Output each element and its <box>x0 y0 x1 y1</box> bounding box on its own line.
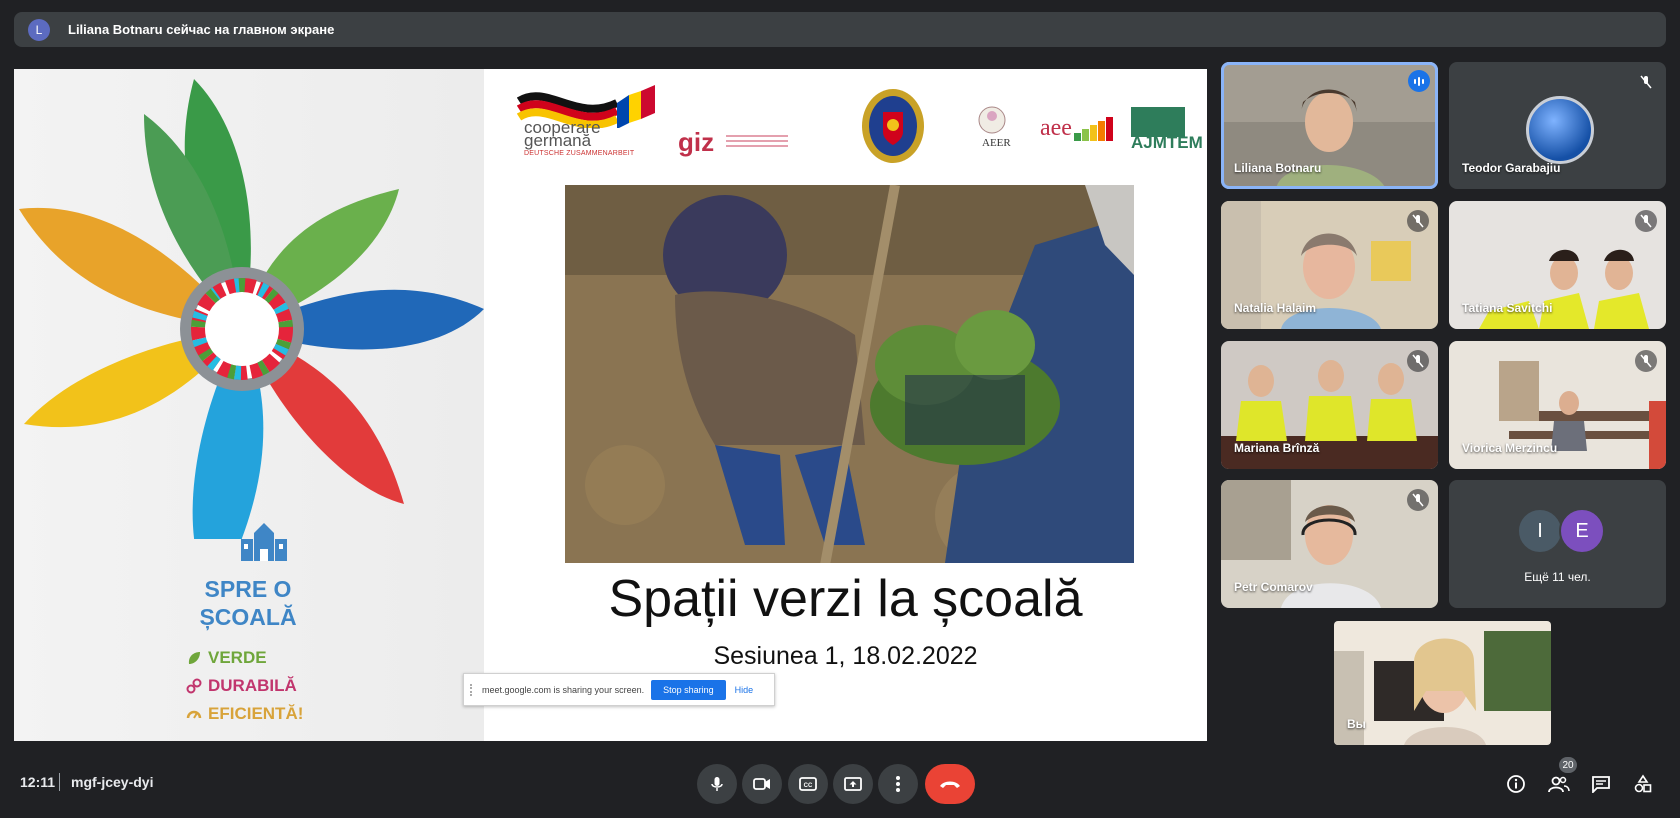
more-vert-icon <box>896 776 900 792</box>
aee-logo: aee <box>1040 115 1072 141</box>
avatar: E <box>1559 508 1605 554</box>
activities-shapes-icon <box>1634 774 1652 793</box>
cooperare-germana-text: cooperare germană DEUTSCHE ZUSAMMENARBEI… <box>524 119 635 160</box>
participant-tile-tatiana[interactable]: Tatiana Savitchi <box>1449 201 1666 329</box>
slogan-eficienta-text: EFICIENTĂ! <box>208 704 304 723</box>
participant-tile-natalia[interactable]: Natalia Halaim <box>1221 201 1438 329</box>
captions-button[interactable]: CC <box>788 764 828 804</box>
hang-up-icon <box>940 781 960 788</box>
spre-o-scoala-text: SPRE O ȘCOALĂ <box>188 575 308 631</box>
school-icon <box>241 523 287 561</box>
mic-off-icon <box>1635 71 1657 93</box>
meeting-details-button[interactable] <box>1503 771 1529 797</box>
people-icon <box>1548 776 1570 793</box>
aeer-label: AEER <box>982 137 1011 149</box>
presenter-avatar: L <box>28 18 50 41</box>
captions-icon: CC <box>799 777 817 791</box>
mic-off-icon <box>1635 350 1657 372</box>
slide-photo-planting <box>565 185 1134 563</box>
svg-text:CC: CC <box>804 783 813 789</box>
slogan-eficienta: EFICIENTĂ! <box>186 704 303 724</box>
slide-title: Spații verzi la școală <box>608 570 1083 628</box>
info-icon <box>1507 775 1525 793</box>
pinwheel-logo <box>19 79 484 539</box>
link-icon <box>186 678 202 694</box>
participant-video <box>1334 621 1551 745</box>
spre-line2: ȘCOALĂ <box>199 604 297 630</box>
more-options-button[interactable] <box>878 764 918 804</box>
aee-energy-bars <box>1074 117 1113 141</box>
participant-tile-viorica[interactable]: Viorica Merzincu <box>1449 341 1666 469</box>
clock-time: 12:11 <box>20 774 56 790</box>
aeer-logo <box>978 106 1006 134</box>
present-screen-button[interactable] <box>833 764 873 804</box>
self-view-tile[interactable]: Вы <box>1334 621 1551 745</box>
gauge-icon <box>186 710 202 719</box>
chat-icon <box>1592 776 1610 793</box>
spre-line1: SPRE O <box>204 576 292 602</box>
participant-name: Mariana Brînză <box>1234 441 1320 455</box>
more-participants-tile[interactable]: I E Ещё 11 чел. <box>1449 480 1666 608</box>
divider <box>59 773 60 791</box>
participant-tile-mariana[interactable]: Mariana Brînză <box>1221 341 1438 469</box>
slogan-verde-text: VERDE <box>208 648 267 667</box>
meeting-code: mgf-jcey-dyi <box>71 774 154 790</box>
screen-share-notification: meet.google.com is sharing your screen. … <box>463 673 775 706</box>
participant-tile-liliana[interactable]: Liliana Botnaru <box>1221 62 1438 189</box>
presentation-stage: SPRE O ȘCOALĂ VERDE DURABILĂ EFICIENTĂ! … <box>14 69 1207 741</box>
presenting-banner: L Liliana Botnaru сейчас на главном экра… <box>14 12 1666 47</box>
people-button[interactable] <box>1546 771 1572 797</box>
microphone-button[interactable] <box>697 764 737 804</box>
slide-subtitle: Sesiunea 1, 18.02.2022 <box>713 642 978 670</box>
activities-button[interactable] <box>1630 771 1656 797</box>
mic-off-icon <box>1407 210 1429 232</box>
avatar: I <box>1517 508 1563 554</box>
slogan-durabila: DURABILĂ <box>186 676 297 696</box>
mic-off-icon <box>1635 210 1657 232</box>
mic-off-icon <box>1407 489 1429 511</box>
mic-off-icon <box>1407 350 1429 372</box>
slogan-verde: VERDE <box>186 648 267 668</box>
present-screen-icon <box>844 777 862 791</box>
coop-line3: DEUTSCHE ZUSAMMENARBEIT <box>524 150 635 157</box>
participant-name: Teodor Garabajiu <box>1462 161 1561 175</box>
participant-tile-teodor[interactable]: Teodor Garabajiu <box>1449 62 1666 189</box>
drag-handle-icon[interactable] <box>470 683 476 696</box>
compass-avatar <box>1526 96 1594 164</box>
microphone-icon <box>711 777 723 791</box>
planting-photo-illustration <box>565 185 1134 563</box>
participant-name: Viorica Merzincu <box>1462 441 1558 455</box>
hide-notification-link[interactable]: Hide <box>735 685 754 695</box>
speaking-indicator-icon <box>1408 70 1430 92</box>
stop-sharing-button[interactable]: Stop sharing <box>651 679 726 700</box>
slogan-durabila-text: DURABILĂ <box>208 676 297 695</box>
participant-tile-petr[interactable]: Petr Comarov <box>1221 480 1438 608</box>
giz-logo: giz <box>678 127 715 157</box>
participant-name: Вы <box>1347 717 1366 731</box>
participant-name: Petr Comarov <box>1234 580 1313 594</box>
more-participants-avatars: I E <box>1517 508 1605 554</box>
coop-line2: germană <box>524 131 592 150</box>
share-notification-text: meet.google.com is sharing your screen. <box>482 684 645 695</box>
moldova-coat-of-arms <box>862 89 924 163</box>
participant-name: Natalia Halaim <box>1234 301 1317 315</box>
slide-left-panel: SPRE O ȘCOALĂ VERDE DURABILĂ EFICIENTĂ! <box>14 69 484 741</box>
chat-button[interactable] <box>1588 771 1614 797</box>
camera-icon <box>753 778 770 790</box>
leaf-icon <box>188 652 200 664</box>
leave-call-button[interactable] <box>925 764 975 804</box>
giz-text-lines <box>726 135 788 150</box>
camera-button[interactable] <box>742 764 782 804</box>
more-participants-text: Ещё 11 чел. <box>1524 570 1591 584</box>
people-count-badge: 20 <box>1559 757 1577 773</box>
participant-name: Liliana Botnaru <box>1234 161 1322 175</box>
ajmtem-logo: AJMTEM <box>1131 133 1203 152</box>
presenting-text: Liliana Botnaru сейчас на главном экране <box>68 22 335 37</box>
participant-name: Tatiana Savitchi <box>1462 301 1553 315</box>
